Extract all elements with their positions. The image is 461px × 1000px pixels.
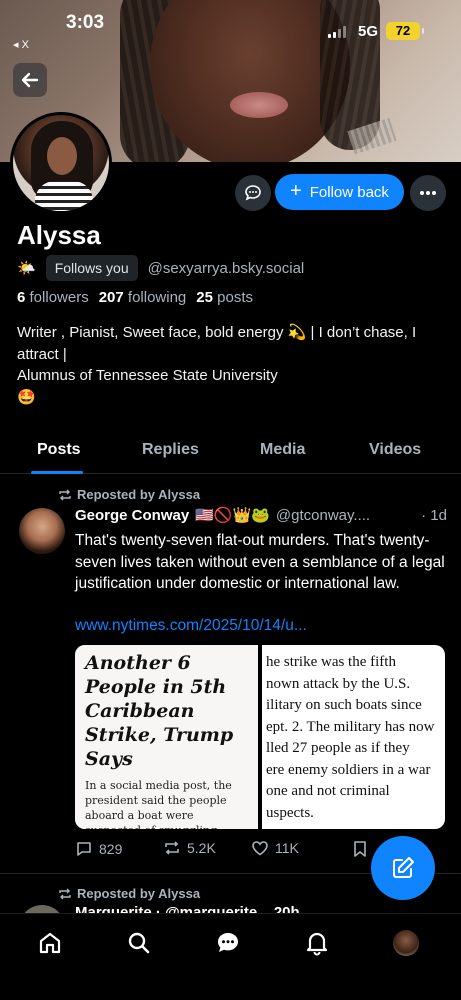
tab-posts[interactable]: Posts [37,441,81,459]
link-preview-card[interactable]: Another 6 People in 5th Caribbean Strike… [75,645,445,829]
article-headline: Another 6 People in 5th Caribbean Strike… [85,652,234,770]
heart-icon [252,841,268,856]
tab-videos[interactable]: Videos [369,441,421,459]
like-button[interactable]: 11K [251,840,299,856]
post-author-handle[interactable]: @gtconway.... [276,507,370,524]
more-options-button[interactable] [410,175,446,211]
plus-icon: + [290,180,302,202]
reply-icon [77,842,91,856]
arrow-left-icon [21,72,39,88]
followers-stat[interactable]: 6 followers [17,289,89,306]
nav-home[interactable] [35,928,65,958]
home-icon [39,932,61,954]
repost-indicator[interactable]: Reposted by Alyssa [58,487,200,502]
nav-search[interactable] [124,928,154,958]
repost-icon [59,888,71,899]
tab-media[interactable]: Media [260,441,305,459]
follow-back-button[interactable]: + Follow back [275,174,404,210]
nav-profile[interactable] [391,928,421,958]
bell-icon [306,932,328,956]
search-icon [128,932,150,954]
repost-button[interactable]: 5.2K [163,840,216,856]
tab-replies[interactable]: Replies [142,441,199,459]
post-author[interactable]: George Conway [75,507,189,524]
signal-icon [328,26,346,38]
bio-line: Alumnus of Tennessee State University [17,367,278,384]
profile-tabs: Posts Replies Media Videos [0,436,461,474]
profile-handle: @sexyarrya.bsky.social [147,259,305,277]
bio-line: 🤩 [17,388,36,406]
profile-bio: Writer , Pianist, Sweet face, bold energ… [17,322,447,408]
follow-back-label: Follow back [309,183,389,201]
post-link[interactable]: www.nytimes.com/2025/10/14/u... [75,617,307,635]
post-header: George Conway 🇺🇸🚫👑🐸 @gtconway.... · 1d [75,506,447,525]
follows-you-badge: Follows you [45,255,138,281]
network-label: 5G [358,23,379,40]
avatar [393,930,419,956]
following-stat[interactable]: 207 following [99,289,187,306]
nav-notifications[interactable] [302,928,332,958]
profile-stats: 6 followers 207 following 25 posts [17,289,253,306]
active-tab-indicator [31,471,83,474]
status-time: 3:03 [66,12,105,33]
bookmark-button[interactable] [353,840,367,858]
article-summary: In a social media post, the president sa… [85,779,232,829]
back-button[interactable] [13,63,47,97]
back-to-app-link[interactable]: ◂ X [13,38,29,51]
battery-icon: 72 [386,22,424,40]
message-button[interactable] [235,175,271,211]
posts-stat: 25 posts [196,289,253,306]
bio-line: Writer , Pianist, Sweet face, bold energ… [17,324,417,363]
profile-meta-row: 🌤️ Follows you @sexyarrya.bsky.social [17,255,304,281]
repost-icon [165,841,179,855]
author-avatar[interactable] [19,508,65,554]
compose-button[interactable] [371,836,435,900]
chat-bubble-icon [245,185,261,201]
profile-name: Alyssa [17,220,101,250]
bookmark-icon [354,841,366,857]
reply-button[interactable]: 829 [75,840,122,858]
sun-cloud-emoji: 🌤️ [17,260,36,277]
post-time[interactable]: · 1d [421,507,447,524]
nav-chat[interactable] [213,928,243,958]
article-excerpt: he strike was the fifth nown attack by t… [266,654,435,821]
profile-avatar[interactable] [10,112,112,214]
pencil-square-icon [393,857,414,878]
bottom-navigation [0,913,461,1000]
author-emoji: 🇺🇸🚫👑🐸 [195,507,270,524]
article-headline-panel: Another 6 People in 5th Caribbean Strike… [75,645,258,829]
ellipsis-icon [420,191,436,195]
chat-bubble-icon [218,933,238,952]
post-text: That's twenty-seven flat-out murders. Th… [75,532,445,592]
repost-indicator[interactable]: Reposted by Alyssa [58,886,200,901]
repost-icon [59,489,71,500]
